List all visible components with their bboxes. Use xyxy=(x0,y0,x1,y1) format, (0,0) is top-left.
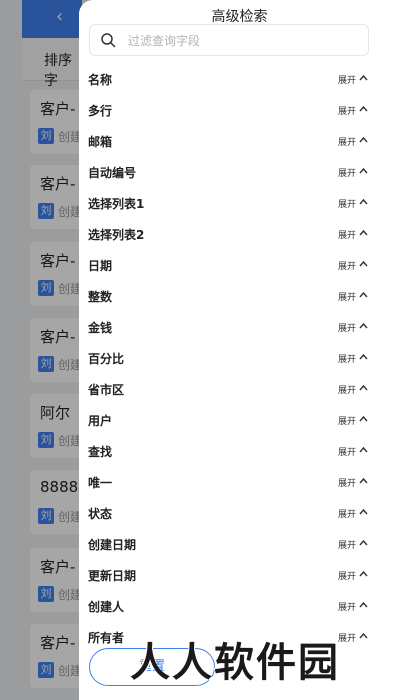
expand-toggle[interactable]: 展开 xyxy=(338,290,356,303)
field-label: 日期 xyxy=(88,259,113,273)
expand-toggle[interactable]: 展开 xyxy=(338,321,356,334)
field-label: 更新日期 xyxy=(88,569,137,583)
chevron-up-icon[interactable] xyxy=(359,291,368,298)
field-label: 所有者 xyxy=(88,631,125,645)
expand-toggle[interactable]: 展开 xyxy=(338,166,356,179)
expand-toggle[interactable]: 展开 xyxy=(338,259,356,272)
field-row[interactable]: 选择列表1 展开 xyxy=(79,186,400,217)
field-row[interactable]: 名称 展开 xyxy=(79,62,400,93)
field-row[interactable]: 日期 展开 xyxy=(79,248,400,279)
expand-toggle[interactable]: 展开 xyxy=(338,507,356,520)
expand-toggle[interactable]: 展开 xyxy=(338,383,356,396)
field-label: 唯一 xyxy=(88,476,113,490)
chevron-up-icon[interactable] xyxy=(359,508,368,515)
expand-toggle[interactable]: 展开 xyxy=(338,352,356,365)
field-row[interactable]: 多行 展开 xyxy=(79,93,400,124)
chevron-up-icon[interactable] xyxy=(359,632,368,639)
field-label: 用户 xyxy=(88,414,113,428)
chevron-up-icon[interactable] xyxy=(359,353,368,360)
field-label: 创建人 xyxy=(88,600,125,614)
field-row[interactable]: 更新日期 展开 xyxy=(79,558,400,589)
field-row[interactable]: 百分比 展开 xyxy=(79,341,400,372)
field-label: 名称 xyxy=(88,73,113,87)
field-label: 查找 xyxy=(88,445,113,459)
search-icon xyxy=(101,33,116,48)
advanced-search-drawer: 高级检索 名称展开多行展开邮箱展开自动编号展开选择列表1展开选择列表2展开日期展… xyxy=(79,0,400,700)
field-row[interactable]: 查找 展开 xyxy=(79,434,400,465)
expand-toggle[interactable]: 展开 xyxy=(338,631,356,644)
field-label: 选择列表1 xyxy=(88,197,145,211)
search-input[interactable] xyxy=(126,29,360,53)
field-label: 邮箱 xyxy=(88,135,113,149)
field-row[interactable]: 金钱 展开 xyxy=(79,310,400,341)
field-row[interactable]: 创建人 展开 xyxy=(79,589,400,620)
field-label: 状态 xyxy=(88,507,113,521)
field-row[interactable]: 整数 展开 xyxy=(79,279,400,310)
expand-toggle[interactable]: 展开 xyxy=(338,569,356,582)
chevron-up-icon[interactable] xyxy=(359,74,368,81)
chevron-up-icon[interactable] xyxy=(359,539,368,546)
chevron-up-icon[interactable] xyxy=(359,198,368,205)
field-row[interactable]: 邮箱 展开 xyxy=(79,124,400,155)
field-row[interactable]: 自动编号 展开 xyxy=(79,155,400,186)
expand-toggle[interactable]: 展开 xyxy=(338,228,356,241)
search-box[interactable] xyxy=(89,24,369,56)
chevron-up-icon[interactable] xyxy=(359,570,368,577)
chevron-up-icon[interactable] xyxy=(359,601,368,608)
chevron-up-icon[interactable] xyxy=(359,322,368,329)
chevron-up-icon[interactable] xyxy=(359,446,368,453)
expand-toggle[interactable]: 展开 xyxy=(338,600,356,613)
field-row[interactable]: 用户 展开 xyxy=(79,403,400,434)
field-label: 省市区 xyxy=(88,383,125,397)
field-list: 名称 展开 多行 展开 邮箱 展开 自动编号 展开 选择列表1 展开 选择列表2 展开 日期 展开 整数 展开… xyxy=(79,62,400,651)
expand-toggle[interactable]: 展开 xyxy=(338,135,356,148)
chevron-up-icon[interactable] xyxy=(359,477,368,484)
expand-toggle[interactable]: 展开 xyxy=(338,197,356,210)
chevron-up-icon[interactable] xyxy=(359,136,368,143)
chevron-up-icon[interactable] xyxy=(359,167,368,174)
chevron-up-icon[interactable] xyxy=(359,105,368,112)
chevron-up-icon[interactable] xyxy=(359,229,368,236)
field-label: 整数 xyxy=(88,290,113,304)
chevron-up-icon[interactable] xyxy=(359,260,368,267)
expand-toggle[interactable]: 展开 xyxy=(338,538,356,551)
expand-toggle[interactable]: 展开 xyxy=(338,476,356,489)
field-label: 选择列表2 xyxy=(88,228,145,242)
chevron-up-icon[interactable] xyxy=(359,384,368,391)
drawer-title: 高级检索 xyxy=(211,9,268,25)
field-row[interactable]: 省市区 展开 xyxy=(79,372,400,403)
expand-toggle[interactable]: 展开 xyxy=(338,445,356,458)
field-row[interactable]: 选择列表2 展开 xyxy=(79,217,400,248)
expand-toggle[interactable]: 展开 xyxy=(338,414,356,427)
field-label: 金钱 xyxy=(88,321,113,335)
chevron-up-icon[interactable] xyxy=(359,415,368,422)
field-label: 多行 xyxy=(88,104,113,118)
expand-toggle[interactable]: 展开 xyxy=(338,104,356,117)
field-row[interactable]: 创建日期 展开 xyxy=(79,527,400,558)
expand-toggle[interactable]: 展开 xyxy=(338,73,356,86)
field-label: 创建日期 xyxy=(88,538,137,552)
field-label: 百分比 xyxy=(88,352,125,366)
field-row[interactable]: 唯一 展开 xyxy=(79,465,400,496)
field-row[interactable]: 状态 展开 xyxy=(79,496,400,527)
field-label: 自动编号 xyxy=(88,166,137,180)
watermark-logo: 人人软件园 xyxy=(130,640,340,686)
